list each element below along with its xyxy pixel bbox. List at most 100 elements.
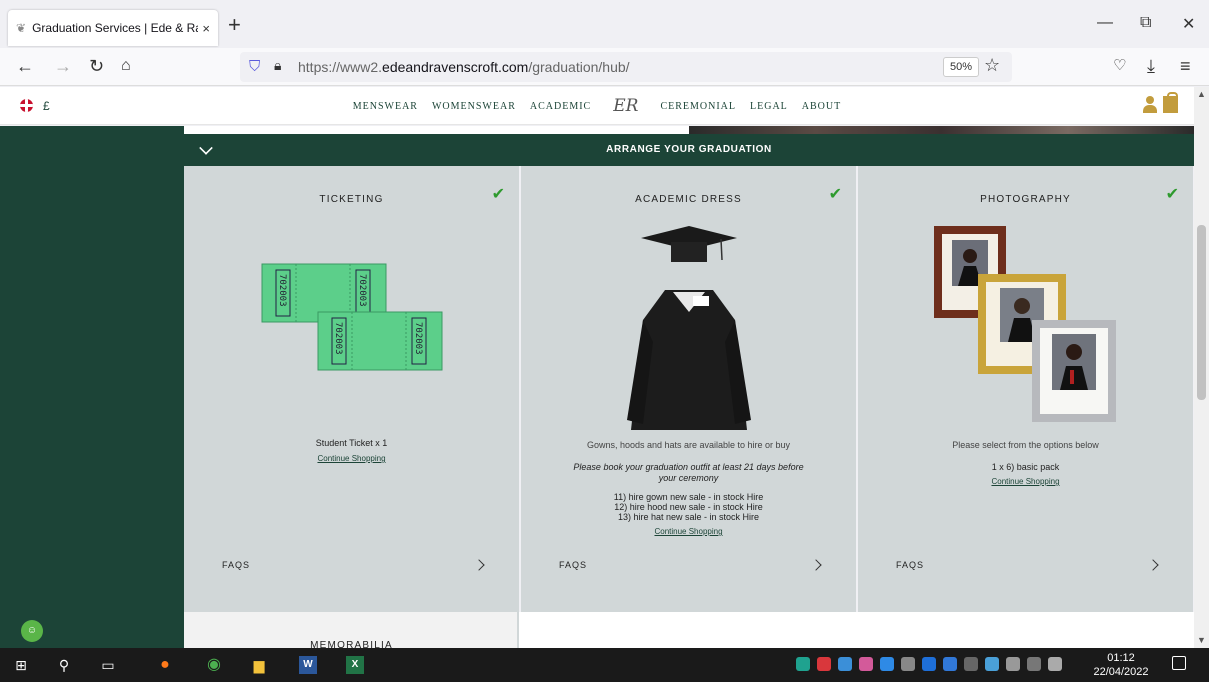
photography-card: PHOTOGRAPHY ✔ Please select from the opt…: [858, 166, 1193, 612]
tab-close-icon[interactable]: ×: [202, 21, 210, 36]
academic-note: Please book your graduation outfit at le…: [573, 462, 804, 483]
pocket-icon[interactable]: ♡: [1113, 57, 1126, 75]
photography-item: 1 x 6) basic pack: [991, 462, 1060, 472]
continue-shopping-link[interactable]: Continue Shopping: [654, 527, 722, 536]
tray-app-icon[interactable]: [817, 657, 831, 671]
excel-icon[interactable]: X: [346, 656, 364, 674]
back-arrow-icon[interactable]: ←: [16, 57, 34, 75]
reload-icon[interactable]: ↻: [89, 57, 104, 75]
menu-menswear[interactable]: MENSWEAR: [353, 101, 418, 112]
ticket-front: 702003 702003: [317, 311, 443, 371]
ticketing-card: TICKETING ✔ 702003 702003 702003 702003: [184, 166, 519, 612]
chevron-right-icon[interactable]: [810, 559, 822, 571]
word-icon[interactable]: W: [299, 656, 317, 674]
checkmark-icon: ✔: [828, 186, 842, 203]
chevron-right-icon[interactable]: [473, 559, 485, 571]
arrange-graduation-title: ARRANGE YOUR GRADUATION: [606, 144, 772, 155]
zoom-level-button[interactable]: 50%: [943, 57, 980, 77]
tray-app-icon[interactable]: [838, 657, 852, 671]
minimize-button[interactable]: —: [1097, 14, 1113, 32]
wifi-icon[interactable]: [1027, 657, 1041, 671]
ticket-number-text: 702003: [277, 274, 287, 307]
system-clock[interactable]: 01:12 22/04/2022: [1090, 651, 1152, 679]
new-tab-button[interactable]: +: [228, 12, 241, 38]
academic-dress-card: ACADEMIC DRESS ✔ Gowns, hoods and hats a…: [521, 166, 856, 612]
tray-app-icon[interactable]: [985, 657, 999, 671]
restore-button[interactable]: ⧉: [1140, 14, 1151, 32]
network-icon[interactable]: [964, 657, 978, 671]
academic-item: 12) hire hood new sale - in stock Hire: [614, 502, 763, 512]
windows-start-icon[interactable]: ⊞: [12, 656, 30, 674]
tray-app-icon[interactable]: [796, 657, 810, 671]
lock-icon[interactable]: 🔒︎: [274, 57, 281, 74]
menu-ceremonial[interactable]: CEREMONIAL: [660, 101, 736, 112]
file-explorer-icon[interactable]: ▆: [250, 656, 268, 674]
page-scrollbar[interactable]: ▲ ▼: [1194, 87, 1209, 648]
left-green-panel: [0, 126, 184, 648]
arrange-graduation-bar[interactable]: ARRANGE YOUR GRADUATION: [184, 134, 1194, 166]
tracking-shield-icon[interactable]: ⛉: [249, 58, 260, 75]
scroll-down-icon[interactable]: ▼: [1197, 635, 1206, 645]
academic-item: 11) hire gown new sale - in stock Hire: [613, 492, 764, 502]
menu-about[interactable]: ABOUT: [802, 101, 841, 112]
faqs-link[interactable]: FAQS: [896, 560, 924, 570]
address-bar[interactable]: ⛉ 🔒︎ https://www2.edeandravenscroft.com/…: [240, 52, 1012, 82]
header-icons: [1143, 92, 1178, 113]
photo-frames-image: [934, 226, 1116, 422]
continue-shopping-link[interactable]: Continue Shopping: [317, 454, 385, 463]
graduation-cards: TICKETING ✔ 702003 702003 702003 702003: [184, 166, 1194, 612]
ticket-number-text: 702003: [357, 274, 367, 307]
search-icon[interactable]: ⚲: [55, 656, 73, 674]
site-header: £ MENSWEAR WOMENSWEAR ACADEMIC ER CEREMO…: [0, 87, 1194, 125]
chevron-right-icon[interactable]: [1147, 559, 1159, 571]
account-icon[interactable]: [1143, 95, 1157, 113]
academic-item: 13) hire hat new sale - in stock Hire: [617, 512, 760, 522]
checkmark-icon: ✔: [491, 186, 505, 203]
close-window-button[interactable]: ✕: [1182, 14, 1195, 34]
firefox-icon[interactable]: ●: [156, 656, 174, 674]
browser-nav-bar: ← → ↻ ⌂ ⛉ 🔒︎ https://www2.edeandravenscr…: [0, 48, 1209, 86]
downloads-icon[interactable]: ⤓: [1147, 57, 1155, 75]
task-view-icon[interactable]: ▭: [99, 656, 117, 674]
scrollbar-thumb[interactable]: [1197, 225, 1206, 400]
menu-academic[interactable]: ACADEMIC: [530, 101, 591, 112]
system-tray: [796, 657, 1062, 671]
scroll-up-icon[interactable]: ▲: [1197, 89, 1206, 99]
volume-icon[interactable]: [1006, 657, 1020, 671]
menu-womenswear[interactable]: WOMENSWEAR: [432, 101, 516, 112]
faqs-link[interactable]: FAQS: [222, 560, 250, 570]
tray-app-icon[interactable]: [901, 657, 915, 671]
main-menu: MENSWEAR WOMENSWEAR ACADEMIC ER CEREMONI…: [0, 87, 1194, 125]
photography-body: Please select from the options below 1 x…: [858, 440, 1193, 486]
academic-items: 11) hire gown new sale - in stock Hire 1…: [521, 492, 856, 522]
forward-arrow-icon[interactable]: →: [54, 57, 72, 75]
tray-app-icon[interactable]: [859, 657, 873, 671]
notifications-icon[interactable]: [1172, 656, 1186, 670]
home-icon[interactable]: ⌂: [121, 57, 131, 75]
url-text[interactable]: https://www2.edeandravenscroft.com/gradu…: [298, 59, 630, 75]
browser-tab[interactable]: ❦ Graduation Services | Ede & Rav ×: [8, 10, 218, 46]
clock-time: 01:12: [1107, 652, 1135, 664]
gown-and-cap-image: [627, 226, 751, 430]
keyboard-icon[interactable]: [1048, 657, 1062, 671]
academic-desc: Gowns, hoods and hats are available to h…: [586, 440, 791, 450]
continue-shopping-link[interactable]: Continue Shopping: [991, 477, 1059, 486]
bookmark-star-icon[interactable]: ☆: [984, 55, 1000, 76]
faqs-link[interactable]: FAQS: [559, 560, 587, 570]
help-chat-icon[interactable]: ☺: [21, 620, 43, 642]
frame-silver: [1032, 320, 1116, 422]
site-favicon-icon: ❦: [16, 21, 27, 35]
tray-app-icon[interactable]: [943, 657, 957, 671]
ticket-number-text: 702003: [413, 322, 423, 355]
shopping-bag-icon[interactable]: [1163, 92, 1178, 113]
tab-title: Graduation Services | Ede & Rav: [32, 21, 199, 35]
site-logo[interactable]: ER: [613, 96, 638, 116]
bluetooth-icon[interactable]: [922, 657, 936, 671]
windows-taskbar: ⊞ ⚲ ▭ ● ◉ ▆ W X 01:12 22/04/2022: [0, 648, 1209, 682]
menu-legal[interactable]: LEGAL: [750, 101, 788, 112]
clock-date: 22/04/2022: [1093, 666, 1149, 678]
browser-tab-bar: ❦ Graduation Services | Ede & Rav × + — …: [0, 0, 1209, 48]
menu-hamburger-icon[interactable]: ≡: [1180, 57, 1191, 75]
chrome-icon[interactable]: ◉: [205, 656, 223, 674]
tray-app-icon[interactable]: [880, 657, 894, 671]
